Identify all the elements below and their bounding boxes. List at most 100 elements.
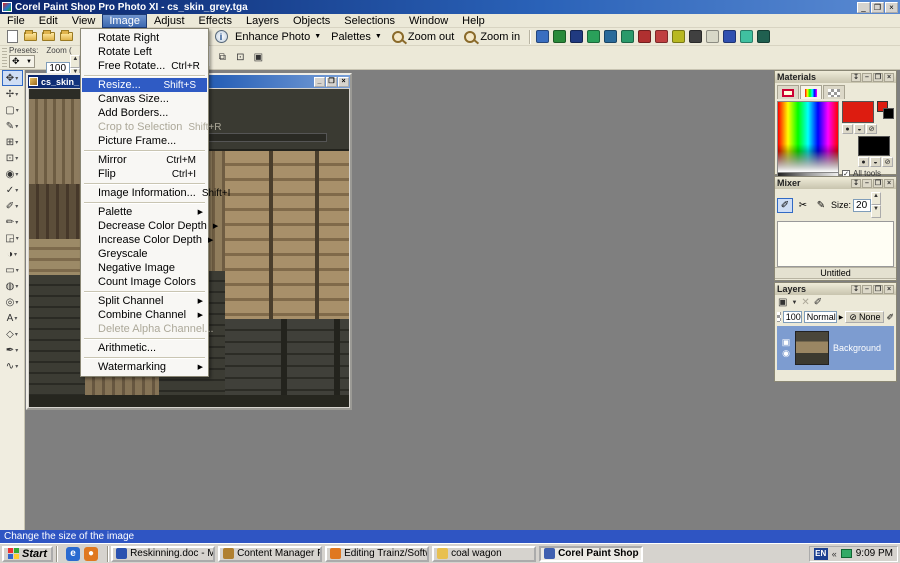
size-down-arrow[interactable]: ▼ — [871, 205, 881, 218]
quick-launch-icon[interactable]: e — [66, 547, 80, 561]
tool-button[interactable]: ◎ ▾ — [2, 294, 23, 310]
canvas-option-icon[interactable]: ⊡ — [232, 50, 248, 65]
image-information-icon[interactable]: i — [213, 29, 229, 44]
tool-button[interactable]: ◉ ▾ — [2, 166, 23, 182]
fg-gradient-style-button[interactable]: ◒ — [854, 124, 865, 134]
bg-transparent-button[interactable]: ⊘ — [882, 157, 893, 167]
network-tray-icon[interactable] — [841, 549, 852, 558]
image-close-button[interactable]: × — [338, 77, 349, 87]
minimize-icon[interactable]: – — [862, 179, 872, 188]
effect-icon[interactable] — [757, 30, 770, 43]
mixer-brush-tool[interactable]: ✎ — [813, 198, 829, 213]
close-icon[interactable]: × — [884, 73, 894, 82]
tab-swatches[interactable] — [823, 85, 845, 99]
size-up-arrow[interactable]: ▲ — [871, 192, 881, 205]
menu-item[interactable]: Mirror Ctrl+M — [82, 153, 207, 167]
maximize-icon[interactable]: ❐ — [873, 179, 883, 188]
effect-icon[interactable] — [689, 30, 702, 43]
pin-icon[interactable]: ↧ — [851, 73, 861, 82]
menu-item[interactable]: Count Image Colors — [82, 275, 207, 289]
mixer-knife-tool[interactable]: ✂ — [795, 198, 811, 213]
menu-item[interactable]: Canvas Size... — [82, 92, 207, 106]
tool-button[interactable]: ◲ ▾ — [2, 230, 23, 246]
menu-item[interactable]: Picture Frame... — [82, 134, 207, 148]
minimize-icon[interactable]: – — [862, 285, 872, 294]
menu-item[interactable]: Rotate Right — [82, 31, 207, 45]
effect-icon[interactable] — [604, 30, 617, 43]
color-picker[interactable] — [777, 101, 839, 173]
zoom-out-button[interactable]: Zoom out — [387, 30, 459, 44]
effect-icon[interactable] — [706, 30, 719, 43]
fg-transparent-button[interactable]: ⊘ — [866, 124, 877, 134]
menu-item[interactable]: Decrease Color Depth ▶ — [82, 219, 207, 233]
presets-dropdown[interactable]: ✥ ▼ — [9, 55, 35, 68]
tool-button[interactable]: ▢ ▾ — [2, 102, 23, 118]
menu-item[interactable]: Increase Color Depth ▶ — [82, 233, 207, 247]
mini-background-swatch[interactable] — [883, 108, 894, 119]
menubar-item[interactable]: Objects — [286, 14, 337, 28]
menubar-item[interactable]: View — [65, 14, 103, 28]
image-restore-button[interactable]: ❐ — [326, 77, 337, 87]
menubar-item[interactable]: Edit — [32, 14, 65, 28]
effect-icon[interactable] — [553, 30, 566, 43]
menu-item[interactable]: Image Information... Shift+I — [82, 186, 207, 200]
tool-button[interactable]: ◑ ▾ — [2, 246, 23, 262]
menubar-item[interactable]: Window — [402, 14, 455, 28]
screen-option-icon[interactable]: ▣ — [250, 50, 266, 65]
browse-icon[interactable] — [40, 29, 56, 44]
menu-item[interactable]: Crop to Selection Shift+R — [82, 120, 207, 134]
layer-row-background[interactable]: ▣ ◉ Background — [777, 326, 894, 370]
effect-icon[interactable] — [740, 30, 753, 43]
maximize-icon[interactable]: ❐ — [873, 73, 883, 82]
bg-gradient-style-button[interactable]: ◒ — [870, 157, 881, 167]
menu-item[interactable]: Greyscale — [82, 247, 207, 261]
task-button[interactable]: Content Manager Plus — [218, 546, 322, 562]
pin-icon[interactable]: ↧ — [851, 179, 861, 188]
minimize-button[interactable]: _ — [857, 2, 870, 13]
menu-item[interactable]: Add Borders... — [82, 106, 207, 120]
tab-rainbow[interactable] — [800, 85, 822, 99]
bg-color-style-button[interactable]: ● — [858, 157, 869, 167]
menu-item[interactable]: Negative Image — [82, 261, 207, 275]
close-icon[interactable]: × — [884, 179, 894, 188]
task-button[interactable]: Editing Trainz/Software ... — [325, 546, 429, 562]
menu-item[interactable]: Resize... Shift+S — [82, 78, 207, 92]
dropdown-arrow-icon[interactable]: ▼ — [791, 300, 797, 306]
maximize-icon[interactable]: ❐ — [873, 285, 883, 294]
minimize-icon[interactable]: – — [862, 73, 872, 82]
image-minimize-button[interactable]: _ — [314, 77, 325, 87]
new-layer-button[interactable]: ▣ — [778, 297, 787, 308]
language-indicator[interactable]: EN — [814, 548, 828, 560]
tool-button[interactable]: ✢ ▾ — [2, 86, 23, 102]
effect-icon[interactable] — [655, 30, 668, 43]
close-icon[interactable]: × — [884, 285, 894, 294]
open-file-icon[interactable] — [22, 29, 38, 44]
mixer-tube-tool[interactable]: ✐ — [777, 198, 793, 213]
resize-option-icon[interactable]: ⧉ — [214, 50, 230, 65]
layers-panel-titlebar[interactable]: Layers ↧ – ❐ × — [775, 283, 896, 295]
quick-launch-icon[interactable]: ● — [84, 547, 98, 561]
layer-opacity-input[interactable]: 100 — [783, 311, 802, 323]
tool-button[interactable]: ✓ ▾ — [2, 182, 23, 198]
menubar-item[interactable]: Selections — [337, 14, 402, 28]
tool-button[interactable]: ✏ ▾ — [2, 214, 23, 230]
tool-button[interactable]: ◇ ▾ — [2, 326, 23, 342]
restore-button[interactable]: ❐ — [871, 2, 884, 13]
tool-button[interactable]: ✐ ▾ — [2, 198, 23, 214]
visibility-eye-icon[interactable]: ◉ — [782, 348, 790, 358]
enhance-photo-button[interactable]: Enhance Photo ▼ — [230, 30, 326, 44]
menu-item[interactable]: Watermarking ▶ — [82, 360, 207, 374]
mixer-size-input[interactable]: 20 — [853, 199, 871, 212]
blend-mode-dropdown[interactable]: Normal — [804, 311, 837, 323]
lock-icon[interactable]: ✐ — [886, 312, 894, 323]
toolbar-grip[interactable] — [2, 48, 7, 68]
mixer-panel-titlebar[interactable]: Mixer ↧ – ❐ × — [775, 177, 896, 189]
tool-button[interactable]: ✒ ▾ — [2, 342, 23, 358]
effect-icon[interactable] — [570, 30, 583, 43]
menu-item[interactable]: Palette ▶ — [82, 205, 207, 219]
tray-chevron-icon[interactable]: « — [832, 549, 837, 559]
palettes-button[interactable]: Palettes ▼ — [326, 30, 387, 44]
task-button[interactable]: Reskinning.doc - Microso... — [111, 546, 215, 562]
tool-button[interactable]: ▭ ▾ — [2, 262, 23, 278]
effect-icon[interactable] — [587, 30, 600, 43]
